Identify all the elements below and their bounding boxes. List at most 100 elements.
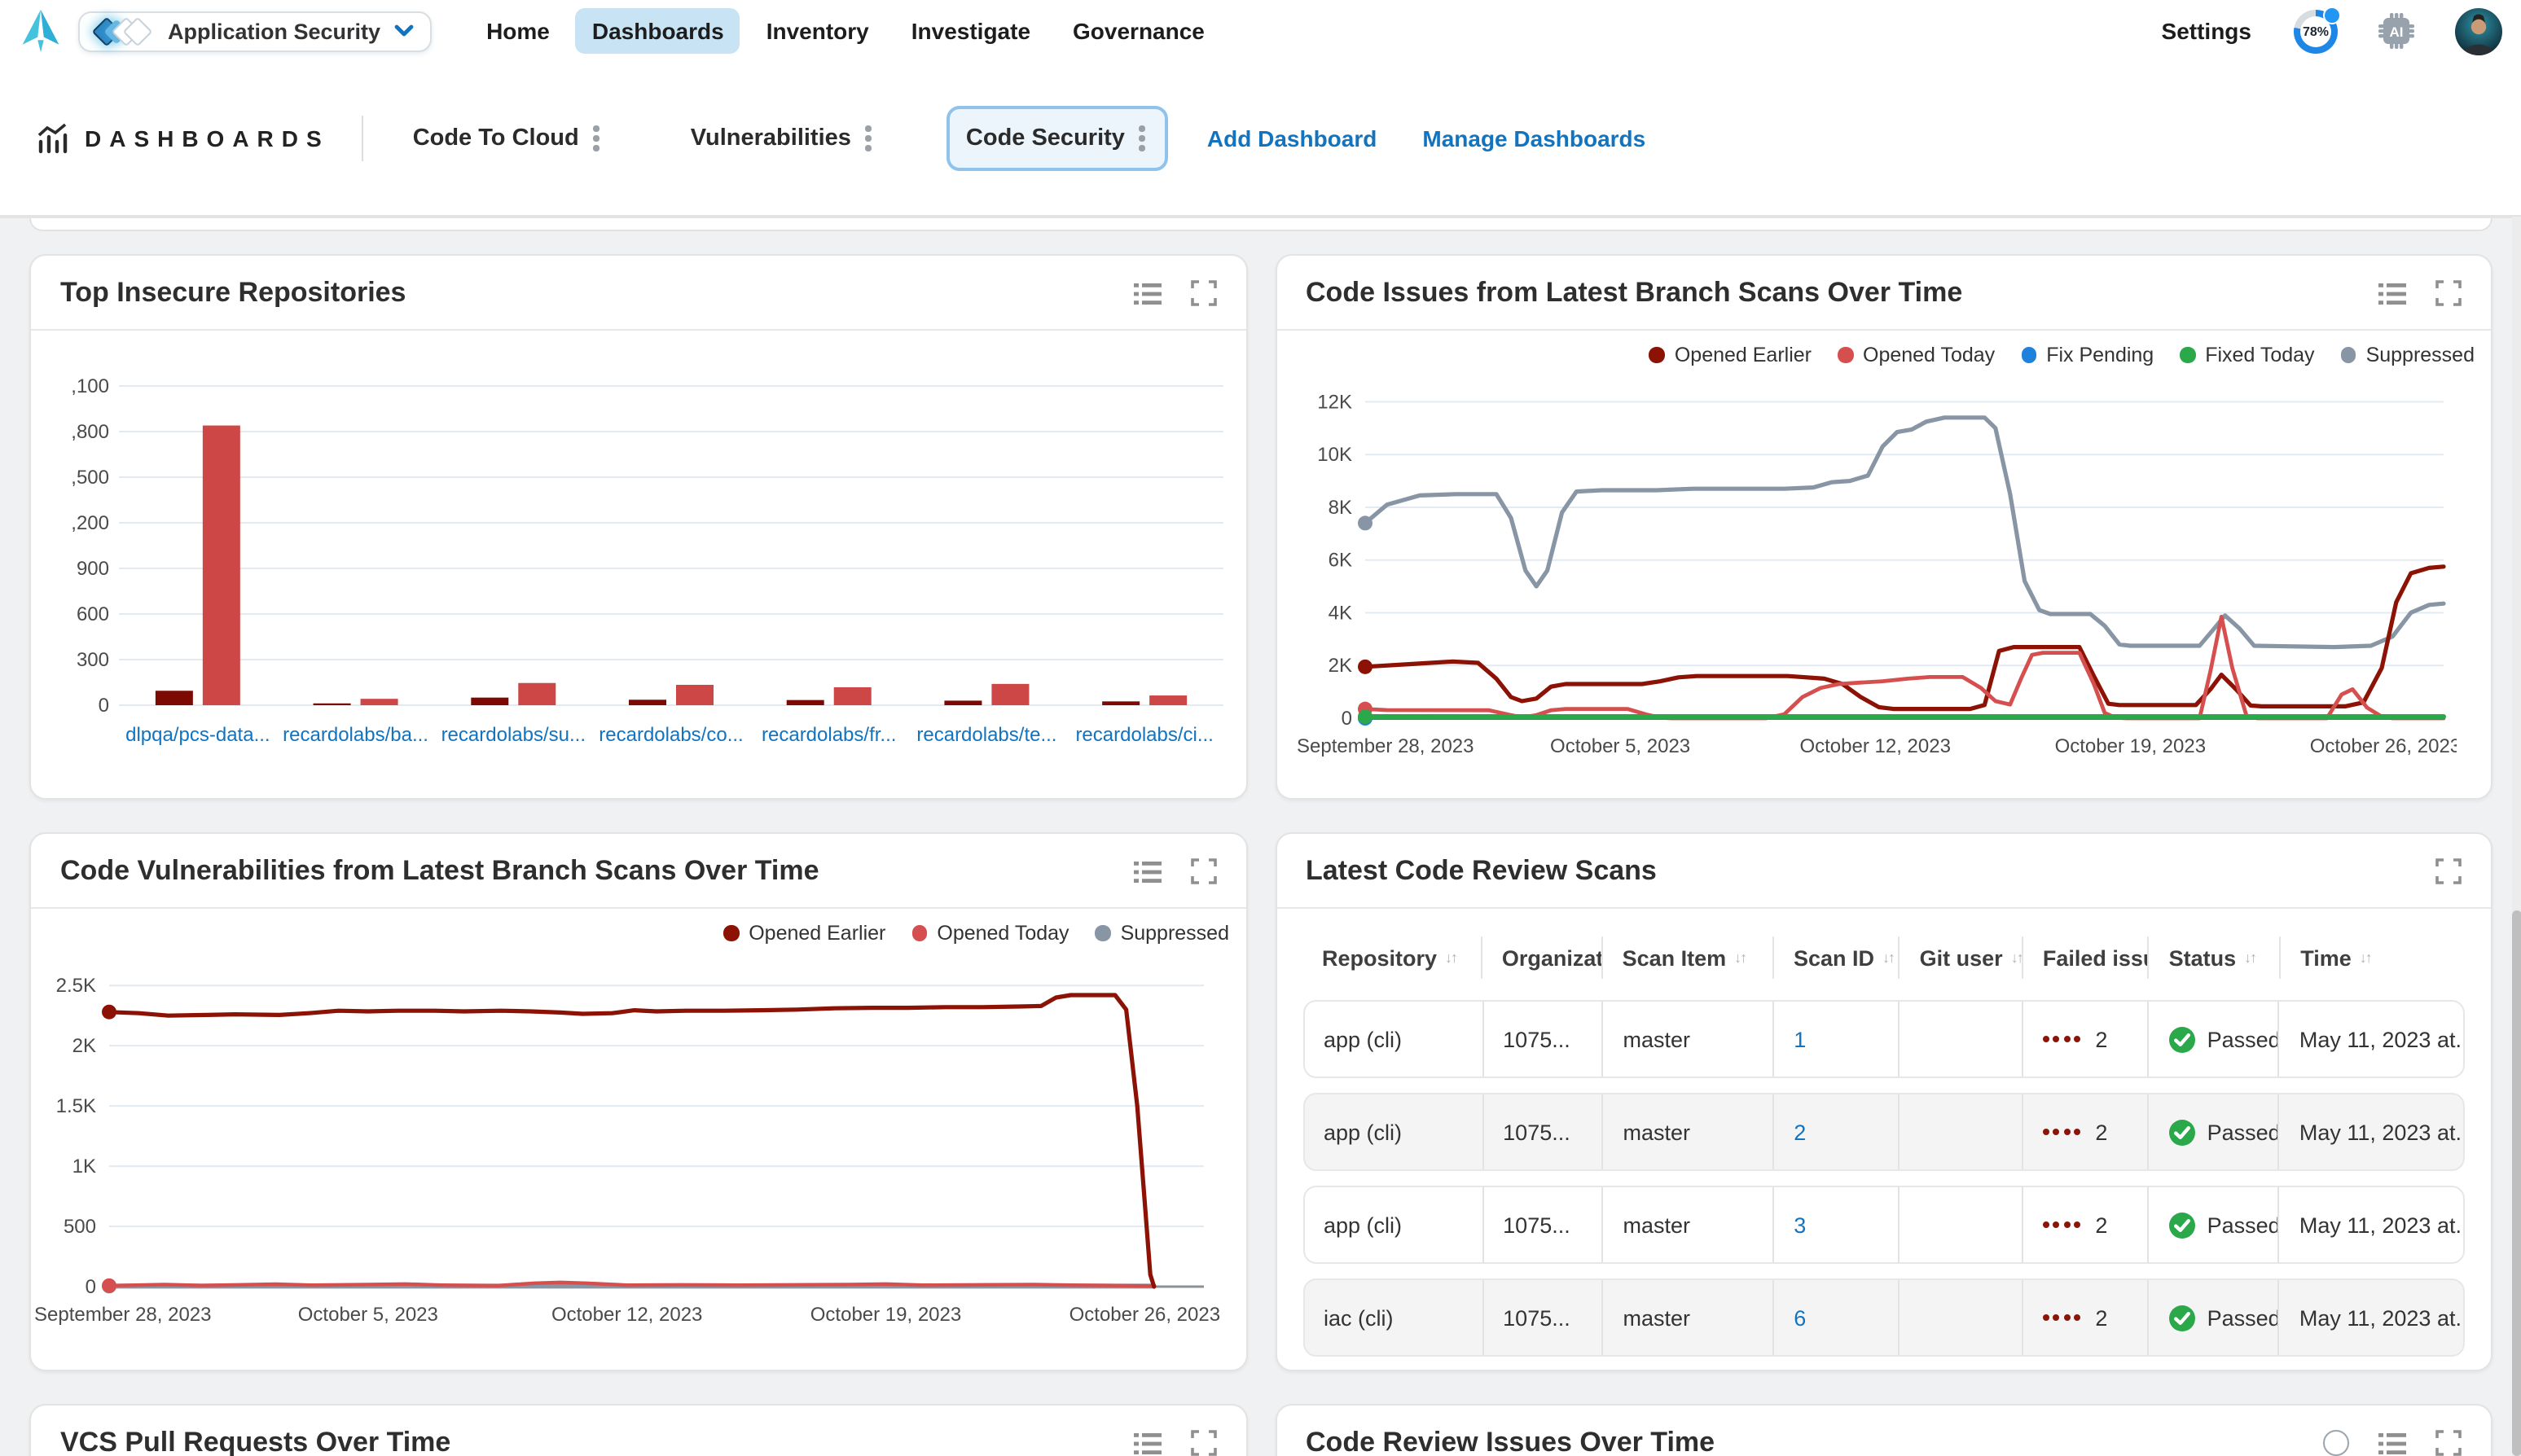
list-view-icon[interactable] — [1133, 859, 1161, 884]
expand-icon[interactable] — [2435, 858, 2462, 884]
repository-link[interactable]: recardolabs/te... — [916, 724, 1056, 746]
list-view-icon[interactable] — [2378, 1431, 2406, 1455]
tab-code-security[interactable]: Code Security — [946, 107, 1168, 171]
sort-icon[interactable]: ↓↑ — [1734, 949, 1746, 966]
column-header-repository[interactable]: Repository↓↑ — [1302, 936, 1482, 979]
panel-title: Latest Code Review Scans — [1306, 855, 2435, 888]
app-selector[interactable]: Application Security — [78, 11, 431, 51]
legend-item[interactable]: Opened Earlier — [723, 922, 885, 945]
loading-spinner-icon — [2323, 1430, 2349, 1456]
divider — [362, 116, 364, 161]
passed-check-icon — [2168, 1304, 2196, 1331]
cell-time: May 11, 2023 at... — [2280, 1002, 2463, 1077]
nav-governance[interactable]: Governance — [1056, 8, 1221, 54]
dashboards-brand-label: DASHBOARDS — [85, 125, 330, 151]
column-header-git-user[interactable]: Git user↓↑ — [1900, 936, 2023, 979]
list-view-icon[interactable] — [1133, 1431, 1161, 1455]
kebab-icon[interactable] — [1136, 123, 1149, 155]
scan-id-link[interactable]: 1 — [1794, 1027, 1806, 1051]
repository-link[interactable]: recardolabs/ba... — [283, 724, 428, 746]
expand-icon[interactable] — [1190, 858, 1216, 884]
cell-organization: 1075... — [1483, 1280, 1603, 1355]
list-view-icon[interactable] — [2378, 281, 2406, 305]
column-header-scan-id[interactable]: Scan ID↓↑ — [1774, 936, 1900, 979]
table-body: app (cli)1075...master12PassedMay 11, 20… — [1302, 1000, 2465, 1371]
legend-item[interactable]: Suppressed — [1096, 922, 1229, 945]
expand-icon[interactable] — [2435, 280, 2462, 306]
column-header-time[interactable]: Time↓↑ — [2281, 936, 2465, 979]
status-label: Passed — [2207, 1120, 2280, 1144]
legend-item[interactable]: Opened Earlier — [1649, 344, 1812, 366]
cell-git-user — [1900, 1002, 2023, 1077]
column-header-organizat[interactable]: Organizat — [1482, 936, 1603, 979]
tab-code-to-cloud[interactable]: Code To Cloud — [397, 110, 619, 168]
list-view-icon[interactable] — [1133, 281, 1161, 305]
passed-check-icon — [2168, 1118, 2196, 1146]
ai-chip-icon: AI — [2377, 11, 2416, 50]
cell-status: Passed — [2149, 1280, 2280, 1355]
repository-link[interactable]: recardolabs/ci... — [1075, 724, 1213, 746]
nav-investigate[interactable]: Investigate — [895, 8, 1047, 54]
scan-id-link[interactable]: 2 — [1794, 1120, 1806, 1144]
settings-button[interactable]: Settings — [2162, 18, 2251, 44]
svg-text:October 19, 2023: October 19, 2023 — [2054, 735, 2205, 757]
kebab-icon[interactable] — [863, 123, 875, 155]
column-header-scan-item[interactable]: Scan Item↓↑ — [1603, 936, 1774, 979]
add-dashboard-link[interactable]: Add Dashboard — [1207, 125, 1377, 151]
svg-text:2.5K: 2.5K — [56, 975, 96, 997]
passed-check-icon — [2168, 1025, 2196, 1053]
kebab-icon[interactable] — [591, 123, 603, 155]
scan-id-link[interactable]: 6 — [1794, 1305, 1806, 1330]
sort-icon[interactable]: ↓↑ — [2360, 949, 2371, 966]
cell-organization: 1075... — [1483, 1094, 1603, 1169]
panel-title: Code Vulnerabilities from Latest Branch … — [60, 855, 1133, 888]
svg-text:0: 0 — [1341, 708, 1351, 730]
column-header-status[interactable]: Status↓↑ — [2150, 936, 2282, 979]
sort-icon[interactable]: ↓↑ — [1445, 949, 1456, 966]
sort-icon[interactable]: ↓↑ — [2011, 949, 2023, 966]
table-row[interactable]: app (cli)1075...master32PassedMay 11, 20… — [1302, 1186, 2465, 1264]
nav-dashboards[interactable]: Dashboards — [576, 8, 740, 54]
table-row[interactable]: iac (cli)1075...master62PassedMay 11, 20… — [1302, 1278, 2465, 1357]
legend-item[interactable]: Fixed Today — [2180, 344, 2314, 366]
legend-item[interactable]: Opened Today — [911, 922, 1069, 945]
panel-title: Code Review Issues Over Time — [1306, 1427, 2323, 1456]
column-header-failed-issu[interactable]: Failed issu — [2023, 936, 2150, 979]
ai-assistant-button[interactable]: AI — [2377, 11, 2416, 50]
brand-logo-icon[interactable] — [20, 8, 62, 54]
expand-icon[interactable] — [2435, 1430, 2462, 1456]
nav-home[interactable]: Home — [470, 8, 566, 54]
nav-inventory[interactable]: Inventory — [750, 8, 885, 54]
scan-id-link[interactable]: 3 — [1794, 1213, 1806, 1237]
repository-link[interactable]: dlpqa/pcs-data... — [125, 724, 270, 746]
repository-link[interactable]: recardolabs/co... — [599, 724, 743, 746]
tab-vulnerabilities[interactable]: Vulnerabilities — [674, 110, 891, 168]
dashboards-bar: DASHBOARDS Code To Cloud Vulnerabilities… — [0, 62, 2521, 217]
expand-icon[interactable] — [1190, 280, 1216, 306]
repository-link[interactable]: recardolabs/su... — [441, 724, 586, 746]
svg-text:September 28, 2023: September 28, 2023 — [1296, 735, 1474, 757]
user-avatar[interactable] — [2455, 7, 2502, 55]
cell-status: Passed — [2149, 1187, 2280, 1262]
legend-item[interactable]: Fix Pending — [2021, 344, 2154, 366]
page-scrollbar[interactable] — [2512, 217, 2521, 1456]
sort-icon[interactable]: ↓↑ — [2244, 949, 2255, 966]
cell-scan-item: master — [1604, 1002, 1775, 1077]
legend-item[interactable]: Suppressed — [2341, 344, 2475, 366]
legend-dot-icon — [2341, 348, 2356, 363]
severity-dots-icon — [2042, 1314, 2080, 1321]
legend-item[interactable]: Opened Today — [1838, 344, 1995, 366]
cell-repository: app (cli) — [1304, 1187, 1483, 1262]
table-row[interactable]: app (cli)1075...master22PassedMay 11, 20… — [1302, 1093, 2465, 1171]
manage-dashboards-link[interactable]: Manage Dashboards — [1422, 125, 1645, 151]
svg-text:1.5K: 1.5K — [56, 1095, 96, 1117]
expand-icon[interactable] — [1190, 1430, 1216, 1456]
repository-link[interactable]: recardolabs/fr... — [762, 724, 896, 746]
cell-failed-issues: 2 — [2023, 1280, 2148, 1355]
sort-icon[interactable]: ↓↑ — [1882, 949, 1894, 966]
table-row[interactable]: app (cli)1075...master12PassedMay 11, 20… — [1302, 1000, 2465, 1078]
legend-dot-icon — [2021, 348, 2036, 363]
legend-dot-icon — [723, 926, 739, 941]
panel-top-insecure-repositories: Top Insecure Repositories 0300600900,200… — [29, 254, 1247, 800]
usage-meter[interactable]: 78% — [2294, 9, 2338, 53]
